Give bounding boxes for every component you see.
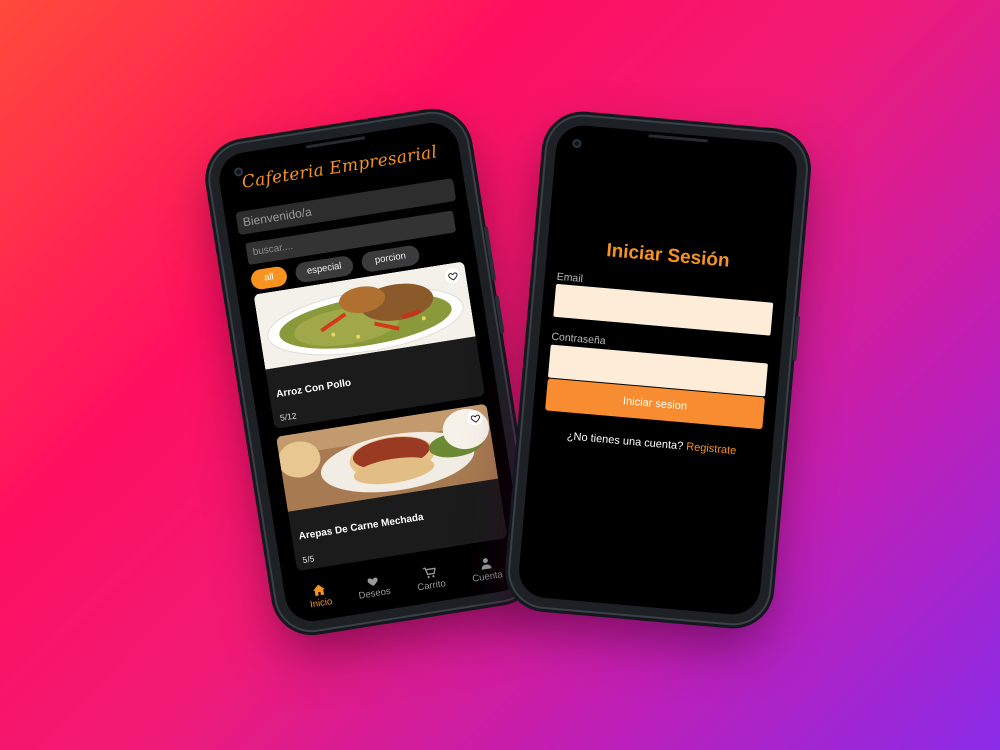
cart-icon [422, 567, 436, 578]
product-card[interactable]: Arepas De Carne Mechada 5/5 [275, 403, 508, 572]
nav-item-inicio[interactable]: Inicio [307, 582, 333, 610]
nav-label: Cuenta [471, 568, 504, 585]
login-title: Iniciar Sesión [605, 240, 731, 272]
speaker-grille [305, 136, 366, 149]
register-prompt-line: ¿No tienes una cuenta? Registrate [530, 427, 772, 460]
heart-outline-icon [470, 414, 480, 423]
product-count: 5/5 [301, 553, 316, 566]
user-icon [481, 557, 492, 570]
nav-label: Inicio [309, 595, 333, 610]
heart-icon [367, 577, 378, 586]
nav-item-cuenta[interactable]: Cuenta [469, 555, 504, 585]
nav-item-carrito[interactable]: Carrito [414, 564, 446, 593]
product-count: 5/12 [279, 410, 298, 423]
phone-login-screen: Iniciar Sesión Email Contraseña Iniciar … [507, 113, 809, 627]
home-icon [313, 584, 325, 596]
product-name: Arroz Con Pollo [275, 377, 352, 401]
email-label: Email [556, 270, 584, 286]
login-screen: Iniciar Sesión Email Contraseña Iniciar … [516, 123, 800, 617]
product-list: Arroz Con Pollo 5/12 Arepas De Carne Mec… [253, 261, 509, 578]
product-name: Arepas De Carne Mechada [298, 511, 425, 543]
home-screen: Cafeteria Empresarial Bienvenido/a busca… [215, 118, 529, 626]
product-card[interactable]: Arroz Con Pollo 5/12 [253, 261, 486, 429]
email-field[interactable] [553, 283, 774, 336]
front-camera [572, 138, 582, 149]
speaker-grille [648, 134, 709, 143]
filter-chip-all[interactable]: all [249, 265, 289, 291]
side-button [792, 315, 801, 362]
side-button [494, 295, 505, 334]
nav-label: Carrito [416, 577, 447, 593]
register-prompt: ¿No tienes una cuenta? [566, 430, 684, 453]
nav-label: Deseos [357, 585, 392, 602]
heart-outline-icon [447, 271, 457, 281]
register-link[interactable]: Registrate [686, 441, 737, 457]
side-button [483, 226, 497, 282]
phone-home-screen: Cafeteria Empresarial Bienvenido/a busca… [205, 108, 539, 636]
nav-item-deseos[interactable]: Deseos [356, 573, 392, 602]
